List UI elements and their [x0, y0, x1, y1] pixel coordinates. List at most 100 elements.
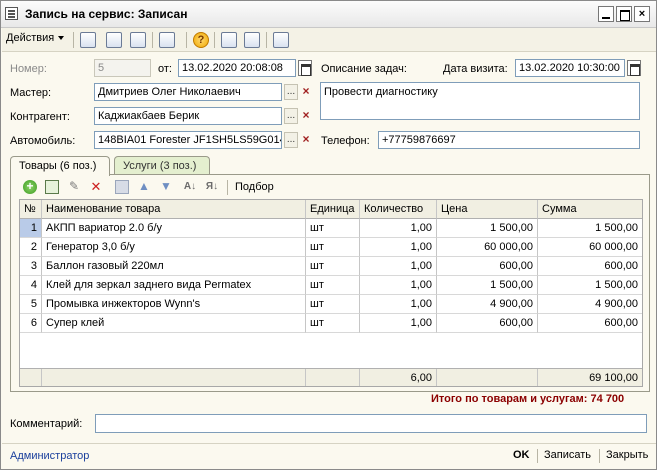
actions-menu-button[interactable]: Действия	[6, 32, 64, 44]
close-window-button[interactable]: ×	[634, 6, 650, 22]
sort-descending-icon[interactable]: Я↓	[205, 180, 219, 194]
calendar-icon[interactable]	[298, 60, 312, 76]
toolbar-separator	[152, 32, 153, 48]
task-description-field[interactable]: Провести диагностику	[320, 82, 640, 120]
master-select-button[interactable]: ...	[284, 84, 298, 100]
table-row[interactable]: 6 Супер клей шт 1,00 600,00 600,00	[20, 314, 642, 333]
title-bar: Запись на сервис: Записан ×	[1, 1, 656, 28]
contractor-clear-icon[interactable]: ×	[299, 108, 313, 124]
table-row[interactable]: 1 АКПП вариатор 2.0 б/у шт 1,00 1 500,00…	[20, 219, 642, 238]
price-cell[interactable]: 1 500,00	[437, 276, 538, 295]
unit-cell[interactable]: шт	[306, 276, 360, 295]
movements-icon[interactable]	[244, 32, 260, 48]
post-document-icon[interactable]	[80, 32, 96, 48]
quantity-cell[interactable]: 1,00	[360, 276, 437, 295]
unit-cell[interactable]: шт	[306, 314, 360, 333]
phone-field[interactable]: +77759876697	[378, 131, 640, 149]
goods-table: № Наименование товара Единица Количество…	[19, 199, 643, 387]
minimize-button[interactable]	[598, 6, 614, 22]
help-icon[interactable]: ?	[193, 32, 209, 48]
end-edit-icon[interactable]	[115, 180, 129, 194]
unit-cell[interactable]: шт	[306, 257, 360, 276]
product-name-cell[interactable]: АКПП вариатор 2.0 б/у	[42, 219, 306, 238]
refresh-icon[interactable]	[106, 32, 122, 48]
product-name-cell[interactable]: Баллон газовый 220мл	[42, 257, 306, 276]
grand-total-label: Итого по товарам и услугам: 74 700	[431, 393, 625, 405]
button-separator	[599, 449, 600, 463]
master-field[interactable]: Дмитриев Олег Николаевич	[94, 83, 282, 101]
table-row[interactable]: 4 Клей для зеркал заднего вида Permatex …	[20, 276, 642, 295]
comment-field[interactable]	[95, 414, 647, 433]
number-field[interactable]: 5	[94, 59, 151, 77]
quantity-cell[interactable]: 1,00	[360, 219, 437, 238]
move-down-icon[interactable]: ▼	[159, 180, 173, 194]
column-header-unit[interactable]: Единица	[306, 200, 360, 219]
quantity-cell[interactable]: 1,00	[360, 295, 437, 314]
car-select-button[interactable]: ...	[284, 132, 298, 148]
tab-goods[interactable]: Товары (6 поз.)	[10, 156, 110, 176]
footer-cell	[42, 369, 306, 386]
product-name-cell[interactable]: Супер клей	[42, 314, 306, 333]
copy-row-icon[interactable]	[45, 180, 59, 194]
column-header-name[interactable]: Наименование товара	[42, 200, 306, 219]
print-icon[interactable]	[273, 32, 289, 48]
ok-button[interactable]: OK	[513, 449, 530, 461]
footer-cell	[306, 369, 360, 386]
sum-cell[interactable]: 600,00	[538, 314, 642, 333]
price-cell[interactable]: 600,00	[437, 314, 538, 333]
maximize-button[interactable]	[616, 6, 632, 22]
column-header-quantity[interactable]: Количество	[360, 200, 437, 219]
master-clear-icon[interactable]: ×	[299, 84, 313, 100]
structure-icon[interactable]	[221, 32, 237, 48]
column-header-number[interactable]: №	[20, 200, 42, 219]
quantity-cell[interactable]: 1,00	[360, 257, 437, 276]
price-cell[interactable]: 60 000,00	[437, 238, 538, 257]
table-row[interactable]: 5 Промывка инжекторов Wynn's шт 1,00 4 9…	[20, 295, 642, 314]
add-row-icon[interactable]: +	[23, 180, 37, 194]
product-name-cell[interactable]: Клей для зеркал заднего вида Permatex	[42, 276, 306, 295]
contractor-field[interactable]: Каджиакбаев Берик	[94, 107, 282, 125]
row-number: 3	[20, 257, 42, 276]
sum-cell[interactable]: 4 900,00	[538, 295, 642, 314]
unit-cell[interactable]: шт	[306, 219, 360, 238]
document-date-field[interactable]: 13.02.2020 20:08:08	[178, 59, 296, 77]
column-header-price[interactable]: Цена	[437, 200, 538, 219]
number-label: Номер:	[10, 63, 47, 75]
price-cell[interactable]: 600,00	[437, 257, 538, 276]
visit-date-field[interactable]: 13.02.2020 10:30:00	[515, 59, 625, 77]
sum-cell[interactable]: 1 500,00	[538, 219, 642, 238]
delete-row-icon[interactable]: ✕	[89, 180, 103, 194]
unit-cell[interactable]: шт	[306, 238, 360, 257]
price-cell[interactable]: 1 500,00	[437, 219, 538, 238]
contractor-select-button[interactable]: ...	[284, 108, 298, 124]
price-cell[interactable]: 4 900,00	[437, 295, 538, 314]
edit-row-icon[interactable]: ✎	[67, 180, 81, 194]
table-row[interactable]: 2 Генератор 3,0 б/у шт 1,00 60 000,00 60…	[20, 238, 642, 257]
move-up-icon[interactable]: ▲	[137, 180, 151, 194]
quantity-cell[interactable]: 1,00	[360, 238, 437, 257]
save-button[interactable]: Записать	[544, 449, 591, 461]
product-name-cell[interactable]: Генератор 3,0 б/у	[42, 238, 306, 257]
sort-ascending-icon[interactable]: A↓	[183, 180, 197, 194]
unit-cell[interactable]: шт	[306, 295, 360, 314]
copy-document-icon[interactable]	[130, 32, 146, 48]
current-user-link[interactable]: Администратор	[10, 450, 89, 462]
car-clear-icon[interactable]: ×	[299, 132, 313, 148]
sum-cell[interactable]: 600,00	[538, 257, 642, 276]
table-row[interactable]: 3 Баллон газовый 220мл шт 1,00 600,00 60…	[20, 257, 642, 276]
product-name-cell[interactable]: Промывка инжекторов Wynn's	[42, 295, 306, 314]
podbor-button[interactable]: Подбор	[235, 181, 274, 193]
tab-services[interactable]: Услуги (3 поз.)	[114, 156, 210, 175]
quantity-cell[interactable]: 1,00	[360, 314, 437, 333]
window-title: Запись на сервис: Записан	[25, 7, 188, 21]
calendar-icon[interactable]	[627, 60, 641, 76]
column-header-sum[interactable]: Сумма	[538, 200, 642, 219]
main-toolbar: Действия ?	[2, 28, 656, 52]
sum-cell[interactable]: 1 500,00	[538, 276, 642, 295]
row-number: 4	[20, 276, 42, 295]
close-button[interactable]: Закрыть	[606, 449, 648, 461]
sum-cell[interactable]: 60 000,00	[538, 238, 642, 257]
based-on-icon[interactable]	[159, 32, 175, 48]
car-field[interactable]: 148BIA01 Forester JF1SH5LS59G0145	[94, 131, 282, 149]
row-number: 6	[20, 314, 42, 333]
